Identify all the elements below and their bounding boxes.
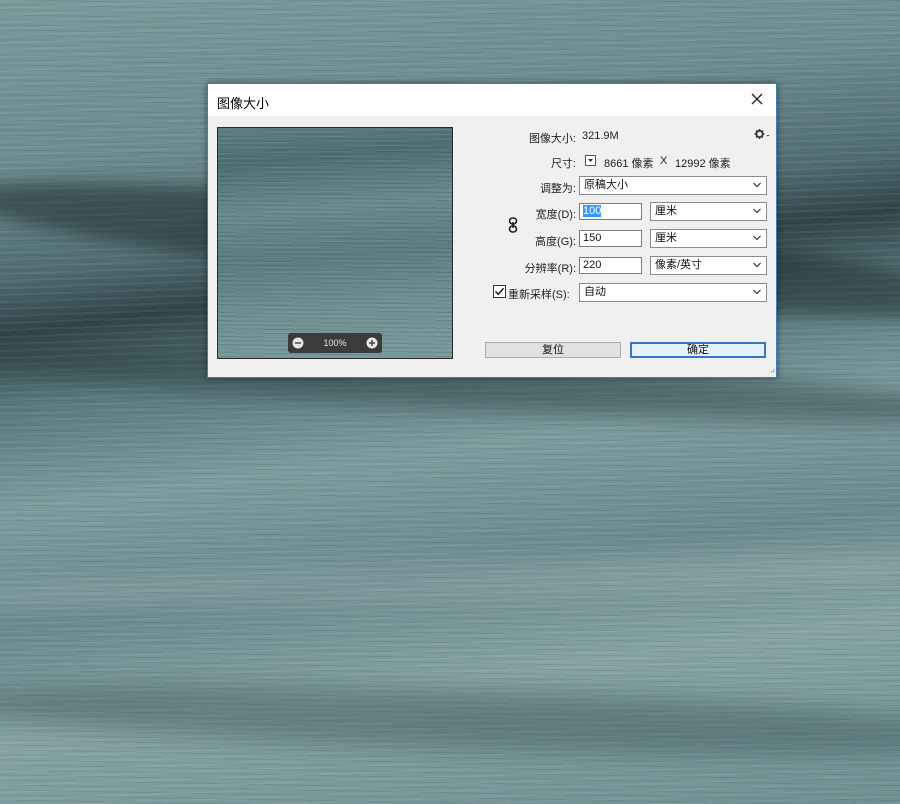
chevron-down-icon xyxy=(753,289,761,295)
dialog-title: 图像大小 xyxy=(217,96,270,111)
resolution-unit-value: 像素/英寸 xyxy=(655,259,703,271)
fit-to-value: 原稿大小 xyxy=(584,179,628,191)
fit-to-select[interactable]: 原稿大小 xyxy=(579,176,767,195)
resolution-value: 220 xyxy=(583,259,602,271)
dimensions-height-value: 12992 像素 xyxy=(675,158,731,170)
image-size-label: 图像大小: xyxy=(528,133,576,145)
width-unit-value: 厘米 xyxy=(655,205,677,217)
image-size-value: 321.9M xyxy=(582,130,619,142)
resample-checkbox[interactable] xyxy=(493,285,506,298)
resolution-unit-select[interactable]: 像素/英寸 xyxy=(650,256,767,275)
resolution-label: 分辨率(R): xyxy=(524,263,576,275)
chevron-down-icon xyxy=(753,262,761,268)
dimensions-label: 尺寸: xyxy=(550,158,576,170)
resample-method-value: 自动 xyxy=(584,286,606,298)
resample-label: 重新采样(S): xyxy=(508,289,570,301)
height-unit-value: 厘米 xyxy=(655,232,677,244)
zoom-out-icon[interactable] xyxy=(292,337,304,349)
close-button[interactable] xyxy=(742,86,772,114)
zoom-in-icon[interactable] xyxy=(366,337,378,349)
reset-button-label: 复位 xyxy=(542,344,564,356)
fit-to-label: 调整为: xyxy=(539,183,576,195)
height-value: 150 xyxy=(583,232,602,244)
background-streak xyxy=(0,671,900,769)
ok-button-label: 确定 xyxy=(687,344,709,356)
width-input[interactable]: 100 xyxy=(579,203,642,220)
gear-icon[interactable] xyxy=(754,128,770,143)
zoom-controls: 100% xyxy=(288,333,382,353)
image-size-dialog: 图像大小 100% 图像大小: 321.9M 尺寸: 8661 像素 X 129… xyxy=(207,83,777,378)
height-label: 高度(G): xyxy=(535,236,576,248)
dialog-titlebar: 图像大小 xyxy=(208,84,776,116)
height-input[interactable]: 150 xyxy=(579,230,642,247)
ok-button[interactable]: 确定 xyxy=(630,342,766,358)
width-value: 100 xyxy=(583,205,602,217)
dimensions-separator: X xyxy=(660,155,668,167)
width-label: 宽度(D): xyxy=(535,209,576,221)
dimensions-unit-dropdown[interactable] xyxy=(585,155,596,166)
zoom-level: 100% xyxy=(323,338,347,348)
background-streak xyxy=(0,541,900,619)
width-unit-select[interactable]: 厘米 xyxy=(650,202,767,221)
reset-button[interactable]: 复位 xyxy=(485,342,621,358)
image-preview[interactable]: 100% xyxy=(217,127,453,359)
checkmark-icon xyxy=(495,287,505,296)
chevron-down-icon xyxy=(753,182,761,188)
dimensions-width-value: 8661 像素 xyxy=(604,158,654,170)
resolution-input[interactable]: 220 xyxy=(579,257,642,274)
close-icon xyxy=(751,93,763,108)
resize-grip-icon[interactable] xyxy=(769,364,775,376)
height-unit-select[interactable]: 厘米 xyxy=(650,229,767,248)
resample-method-select[interactable]: 自动 xyxy=(579,283,767,302)
chevron-down-icon xyxy=(753,208,761,214)
chevron-down-icon xyxy=(753,235,761,241)
